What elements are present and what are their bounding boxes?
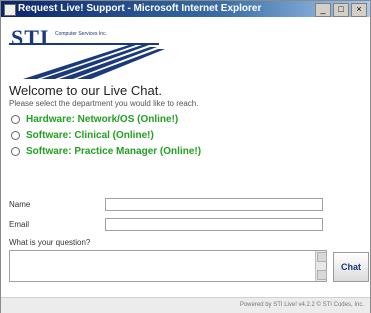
question-textarea[interactable]: [9, 250, 327, 282]
chat-button[interactable]: Chat: [333, 252, 369, 282]
textarea-scrollbar[interactable]: [315, 251, 327, 281]
department-label: Software: Practice Manager (Online!): [26, 146, 202, 157]
radio-button[interactable]: [11, 115, 20, 124]
welcome-heading: Welcome to our Live Chat.: [9, 83, 162, 98]
logo-subtitle: Computer Services Inc.: [55, 31, 107, 37]
logo-text: STI: [11, 25, 50, 50]
footer-text: Powered by STI Live! v4.2.2 © STI Codes,…: [239, 302, 364, 308]
scroll-up-icon[interactable]: [317, 252, 327, 262]
department-option-hardware[interactable]: Hardware: Network/OS (Online!): [11, 114, 178, 125]
maximize-button[interactable]: □: [333, 3, 349, 17]
name-field[interactable]: [105, 198, 323, 211]
browser-window: Request Live! Support - Microsoft Intern…: [0, 0, 371, 313]
department-option-practice-manager[interactable]: Software: Practice Manager (Online!): [11, 146, 201, 157]
footer: Powered by STI Live! v4.2.2 © STI Codes,…: [1, 297, 370, 313]
question-label: What is your question?: [9, 238, 91, 247]
department-label: Software: Clinical (Online!): [26, 130, 154, 141]
page-content: STI Computer Services Inc. Welcome to ou…: [1, 17, 370, 313]
instructions-text: Please select the department you would l…: [9, 99, 199, 108]
logo: STI Computer Services Inc.: [7, 21, 167, 79]
scroll-down-icon[interactable]: [317, 270, 327, 280]
email-label: Email: [9, 220, 30, 229]
minimize-button[interactable]: _: [315, 3, 331, 17]
ie-icon: [4, 4, 16, 16]
radio-button[interactable]: [11, 147, 20, 156]
department-option-clinical[interactable]: Software: Clinical (Online!): [11, 130, 154, 141]
window-controls: _ □ ×: [315, 3, 367, 17]
title-bar: Request Live! Support - Microsoft Intern…: [1, 1, 370, 17]
department-label: Hardware: Network/OS (Online!): [26, 114, 179, 125]
window-title: Request Live! Support - Microsoft Intern…: [18, 3, 262, 14]
name-label: Name: [9, 200, 31, 209]
close-button[interactable]: ×: [351, 3, 367, 17]
email-field[interactable]: [105, 218, 323, 231]
radio-button[interactable]: [11, 131, 20, 140]
